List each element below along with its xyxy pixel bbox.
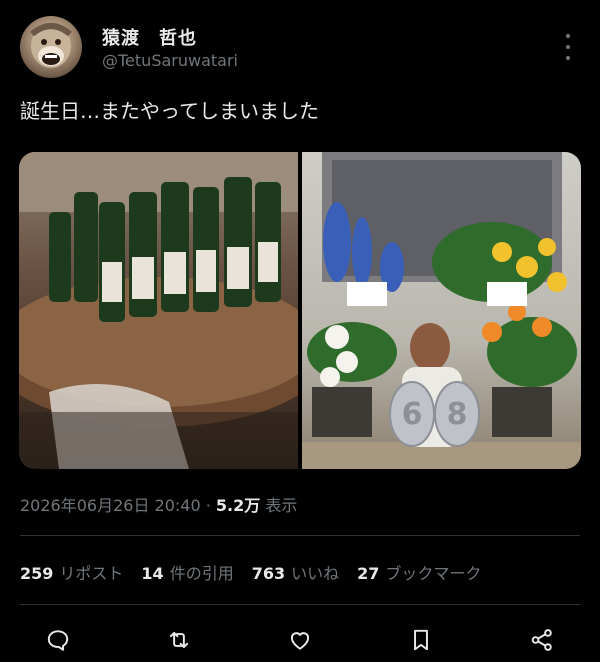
reply-button[interactable]	[40, 622, 76, 658]
avatar-image	[30, 23, 72, 68]
quotes-label: 件の引用	[169, 564, 234, 583]
likes-stat[interactable]: 763 いいね	[252, 560, 339, 584]
divider	[20, 535, 580, 536]
bookmarks-label: ブックマーク	[385, 564, 482, 583]
balloon-digit-8: 8	[447, 397, 468, 432]
views-count: 5.2万	[215, 496, 261, 515]
tweet-header: 猿渡 哲也 @TetuSaruwatari	[20, 16, 580, 80]
bookmarks-count: 27	[357, 564, 380, 583]
reply-icon	[47, 630, 69, 651]
repost-icon	[169, 631, 189, 649]
bookmark-button[interactable]	[403, 622, 439, 658]
quotes-count: 14	[141, 564, 164, 583]
author-handle[interactable]: @TetuSaruwatari	[102, 51, 238, 70]
balloon-digit-6: 6	[402, 397, 423, 432]
media-grid: 6 8	[19, 152, 581, 469]
photo-wine-bottles[interactable]	[19, 152, 298, 469]
bookmark-icon	[414, 629, 428, 651]
likes-label: いいね	[291, 564, 340, 583]
like-button[interactable]	[282, 622, 318, 658]
tweet-datetime[interactable]: 2026年06月26日 20:40	[20, 496, 201, 515]
quotes-stat[interactable]: 14 件の引用	[141, 560, 233, 584]
reposts-stat[interactable]: 259 リポスト	[20, 560, 123, 584]
meta-separator: ·	[205, 496, 211, 515]
photo-flowers-balloon[interactable]: 6 8	[302, 152, 581, 469]
engagement-stats: 259 リポスト 14 件の引用 763 いいね 27 ブックマーク	[20, 560, 481, 584]
wine-bottles-image	[19, 152, 298, 469]
bookmarks-stat[interactable]: 27 ブックマーク	[357, 560, 481, 584]
share-icon	[531, 629, 552, 651]
avatar[interactable]	[20, 16, 82, 78]
more-options-icon[interactable]	[560, 34, 576, 60]
reposts-label: リポスト	[59, 564, 124, 583]
repost-button[interactable]	[161, 622, 197, 658]
author-name[interactable]: 猿渡 哲也	[102, 24, 197, 50]
views-label: 表示	[265, 496, 298, 515]
flowers-balloon-image: 6 8	[302, 152, 581, 469]
like-icon	[290, 632, 310, 650]
tweet-meta: 2026年06月26日 20:40 · 5.2万 表示	[20, 492, 297, 516]
share-button[interactable]	[524, 622, 560, 658]
divider	[20, 604, 580, 605]
reposts-count: 259	[20, 564, 54, 583]
tweet-text: 誕生日…またやってしまいました	[20, 99, 319, 123]
likes-count: 763	[251, 564, 286, 583]
action-bar	[40, 622, 560, 658]
